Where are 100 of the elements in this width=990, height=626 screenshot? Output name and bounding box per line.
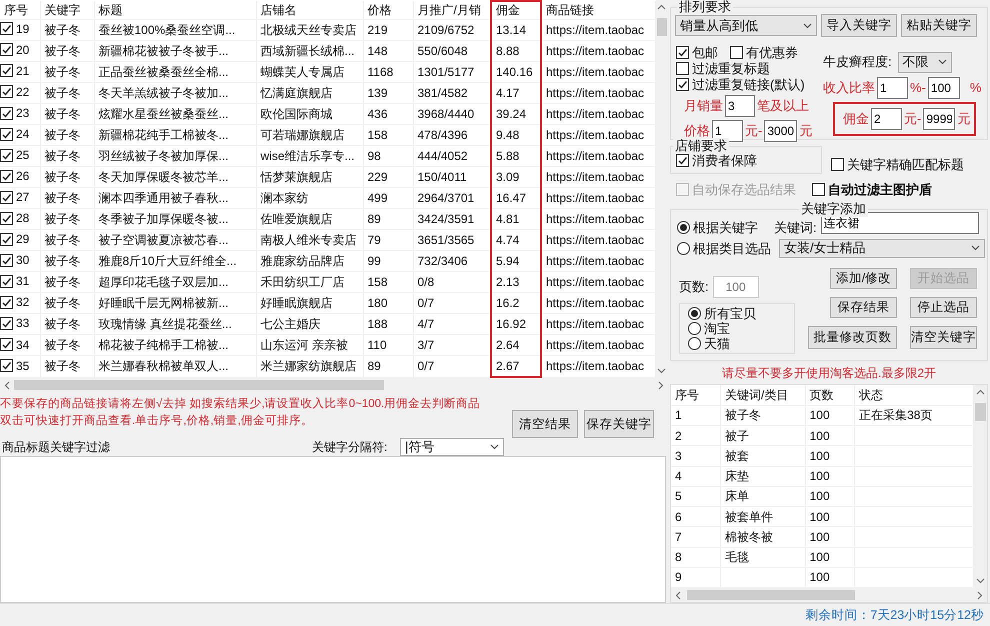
- scrollbar-thumb[interactable]: [656, 18, 667, 36]
- input-field[interactable]: 3000: [764, 120, 798, 142]
- table-cell: 16.92: [491, 314, 541, 335]
- button[interactable]: 批量修改页数: [808, 326, 897, 349]
- row-number: 23: [16, 106, 30, 120]
- dropdown[interactable]: 女装/女士精品: [779, 238, 985, 258]
- field-label: 收入比率: [823, 78, 875, 97]
- column-header[interactable]: 状态: [854, 385, 974, 406]
- column-header[interactable]: 佣金: [491, 1, 541, 20]
- table-cell: 100: [805, 446, 855, 466]
- unit-label: 笔及以上: [757, 97, 809, 116]
- column-header[interactable]: 商品链接: [541, 1, 655, 20]
- table-cell: 100: [805, 426, 855, 446]
- table-cell: 冬季被子加厚保暖冬被...: [94, 208, 256, 230]
- dropdown[interactable]: 销量从高到低: [675, 15, 817, 36]
- row-number: 27: [16, 190, 30, 204]
- table-cell: https://item.taobac: [541, 208, 655, 230]
- checkbox[interactable]: [0, 64, 13, 78]
- input-field[interactable]: 1: [877, 76, 908, 98]
- table-cell: https://item.taobac: [541, 61, 655, 82]
- row-number: 19: [16, 22, 30, 36]
- caret-icon: [803, 22, 812, 28]
- checkbox[interactable]: [0, 359, 13, 372]
- checkbox[interactable]: [0, 22, 13, 36]
- column-header[interactable]: 关键词/类目: [720, 385, 806, 406]
- input-field[interactable]: 3: [725, 95, 755, 117]
- button[interactable]: 粘贴关键字: [901, 14, 977, 37]
- checkbox[interactable]: [0, 190, 13, 204]
- table-cell: 444/4052: [413, 145, 491, 166]
- dropdown-value: 女装/女士精品: [784, 239, 866, 258]
- row-number: 29: [16, 232, 30, 246]
- checkbox[interactable]: [0, 338, 13, 352]
- table-cell: 米兰娜家纺旗舰店: [256, 356, 363, 377]
- column-header[interactable]: 价格: [363, 1, 413, 20]
- radio-button[interactable]: [677, 242, 690, 254]
- checkbox[interactable]: [676, 46, 689, 59]
- button[interactable]: 清空关键字: [910, 326, 977, 349]
- table-cell: https://item.taobac: [541, 103, 655, 124]
- checkbox[interactable]: [812, 183, 825, 196]
- checkbox[interactable]: [676, 154, 689, 167]
- column-header[interactable]: 月推广/月销: [413, 1, 491, 20]
- scrollbar-thumb[interactable]: [14, 380, 384, 390]
- scrollbar-thumb[interactable]: [975, 403, 986, 421]
- button[interactable]: 清空结果: [512, 410, 578, 438]
- button[interactable]: 停止选品: [910, 297, 977, 318]
- table-cell: 欧伦国际商城: [256, 103, 363, 124]
- row-number: 30: [16, 253, 30, 268]
- table-cell: 被套单件: [720, 506, 806, 527]
- dropdown[interactable]: |符号: [400, 438, 504, 456]
- checkbox[interactable]: [0, 212, 13, 225]
- input-field[interactable]: 2: [871, 108, 902, 130]
- checkbox[interactable]: [0, 274, 13, 288]
- table-cell: 4/7: [413, 314, 491, 335]
- checkbox[interactable]: [0, 296, 13, 309]
- column-header[interactable]: 关键字: [40, 1, 94, 20]
- checkbox[interactable]: [831, 158, 844, 170]
- radio-button[interactable]: [688, 306, 701, 320]
- radio-button[interactable]: [688, 322, 701, 334]
- input-field[interactable]: 100: [712, 276, 759, 298]
- button[interactable]: 保存关键字: [584, 410, 654, 438]
- table-cell: 棉被冬被: [720, 526, 806, 547]
- button[interactable]: 添加/修改: [830, 268, 897, 289]
- radio-button[interactable]: [688, 336, 701, 350]
- button[interactable]: 导入关键字: [821, 14, 897, 37]
- checkbox[interactable]: [0, 170, 13, 183]
- input-field[interactable]: 100: [928, 76, 960, 98]
- checkbox[interactable]: [0, 148, 13, 162]
- table-cell: 七公主婚庆: [256, 314, 363, 335]
- table-cell: https://item.taobac: [541, 166, 655, 188]
- group-title: 店铺要求: [673, 138, 729, 154]
- table-cell: 被子冬: [40, 82, 94, 104]
- checkbox[interactable]: [0, 43, 13, 56]
- table-cell: 16.47: [491, 187, 541, 208]
- table-cell: 4.81: [491, 208, 541, 230]
- table-cell: 732/3406: [413, 250, 491, 272]
- checkbox[interactable]: [0, 106, 13, 120]
- table-cell: 3651/3565: [413, 230, 491, 251]
- dropdown[interactable]: 不限: [898, 52, 952, 72]
- checkbox[interactable]: [0, 232, 13, 246]
- checkbox[interactable]: [0, 316, 13, 330]
- checkbox[interactable]: [730, 46, 743, 59]
- scrollbar-thumb[interactable]: [687, 590, 855, 600]
- checkbox[interactable]: [0, 254, 13, 267]
- checkbox[interactable]: [676, 62, 689, 75]
- table-cell: 被子冬: [40, 250, 94, 272]
- column-header[interactable]: 序号: [671, 385, 720, 406]
- column-header[interactable]: 序号: [0, 1, 40, 20]
- note-text: 不要保存的商品链接请将左侧√去掉 如搜索结果少,请设置收入比率0~100.用佣金去判断商品: [0, 396, 482, 412]
- group-title: 排列要求: [677, 0, 733, 15]
- checkbox[interactable]: [0, 128, 13, 141]
- checkbox-label: 有优惠券: [746, 45, 798, 60]
- radio-button[interactable]: [677, 221, 690, 234]
- checkbox[interactable]: [0, 85, 13, 98]
- table-cell: 0/7: [413, 356, 491, 377]
- checkbox[interactable]: [676, 78, 689, 91]
- input-field[interactable]: 9999: [923, 108, 956, 130]
- button[interactable]: 保存结果: [830, 297, 897, 318]
- column-header[interactable]: 标题: [94, 1, 256, 20]
- column-header[interactable]: 页数: [805, 385, 855, 406]
- column-header[interactable]: 店铺名: [256, 1, 363, 20]
